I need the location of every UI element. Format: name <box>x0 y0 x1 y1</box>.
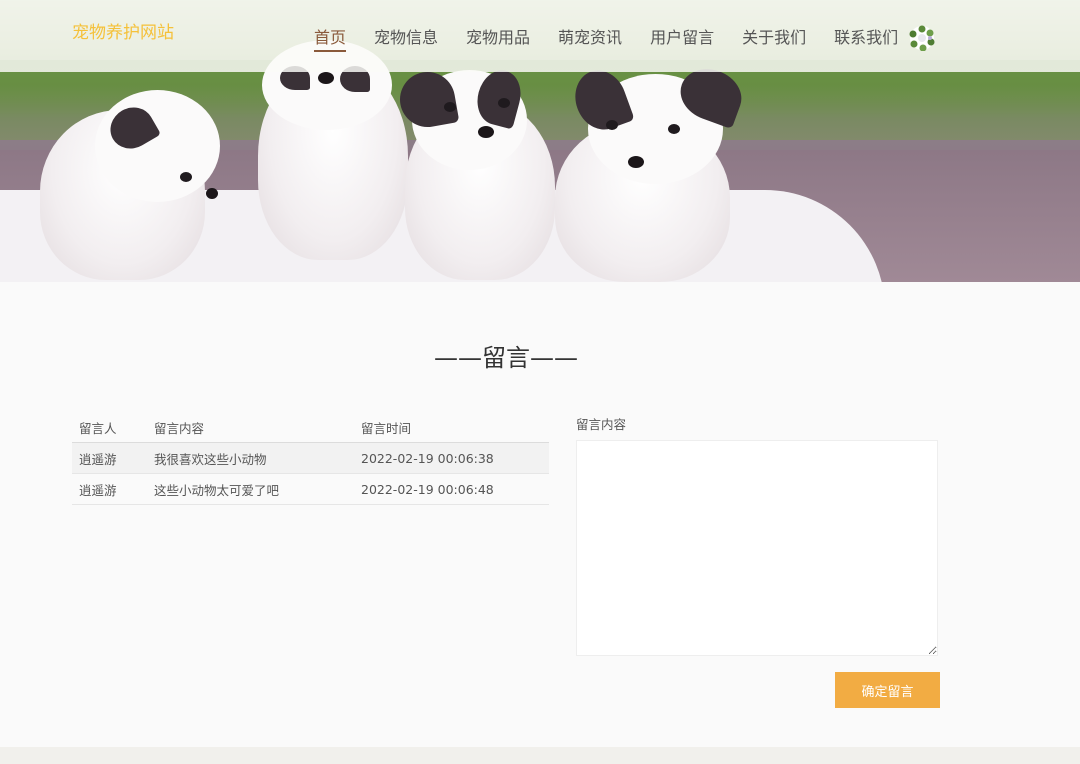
section-title: ——留言—— <box>434 344 578 372</box>
flower-wreath-avatar-icon[interactable] <box>908 25 936 51</box>
main-nav: 首页 宠物信息 宠物用品 萌宠资讯 用户留言 关于我们 联系我们 <box>314 24 904 52</box>
puppy-eye <box>498 98 510 108</box>
nav-item-user-messages[interactable]: 用户留言 <box>650 24 714 52</box>
nav-item-pet-supplies[interactable]: 宠物用品 <box>466 24 530 52</box>
site-logo[interactable]: 宠物养护网站 <box>72 18 174 43</box>
puppy-eye <box>606 120 618 130</box>
cell-user: 逍遥游 <box>72 473 147 505</box>
puppy-eye <box>444 102 456 112</box>
cell-user: 逍遥游 <box>72 442 147 474</box>
message-content-textarea[interactable] <box>576 440 938 656</box>
nav-item-contact-us[interactable]: 联系我们 <box>834 24 898 52</box>
messages-table: 留言人 留言内容 留言时间 逍遥游 我很喜欢这些小动物 2022-02-19 0… <box>72 412 549 505</box>
cell-content: 这些小动物太可爱了吧 <box>147 473 354 505</box>
nav-item-home[interactable]: 首页 <box>314 24 347 52</box>
puppy-nose <box>318 72 334 84</box>
col-header-user: 留言人 <box>72 412 147 443</box>
col-header-content: 留言内容 <box>147 412 354 443</box>
site-header: 宠物养护网站 首页 宠物信息 宠物用品 萌宠资讯 用户留言 关于我们 联系我们 <box>0 0 1080 72</box>
puppy-nose <box>628 156 644 168</box>
cell-content: 我很喜欢这些小动物 <box>147 442 354 474</box>
table-header-row: 留言人 留言内容 留言时间 <box>72 412 549 443</box>
puppy-eye <box>180 172 192 182</box>
submit-message-button[interactable]: 确定留言 <box>835 672 940 708</box>
puppy-nose <box>478 126 494 138</box>
cell-time: 2022-02-19 00:06:38 <box>354 442 549 474</box>
nav-item-about-us[interactable]: 关于我们 <box>742 24 806 52</box>
nav-item-pet-news[interactable]: 萌宠资讯 <box>558 24 622 52</box>
cell-time: 2022-02-19 00:06:48 <box>354 473 549 505</box>
nav-item-pet-info[interactable]: 宠物信息 <box>374 24 438 52</box>
message-content-label: 留言内容 <box>576 417 627 432</box>
page-footer <box>0 747 1080 764</box>
puppy-eye <box>668 124 680 134</box>
table-row: 逍遥游 这些小动物太可爱了吧 2022-02-19 00:06:48 <box>72 473 549 505</box>
puppy-head <box>95 90 220 202</box>
puppy-nose <box>206 188 218 199</box>
col-header-time: 留言时间 <box>354 412 549 443</box>
table-row: 逍遥游 我很喜欢这些小动物 2022-02-19 00:06:38 <box>72 442 549 474</box>
